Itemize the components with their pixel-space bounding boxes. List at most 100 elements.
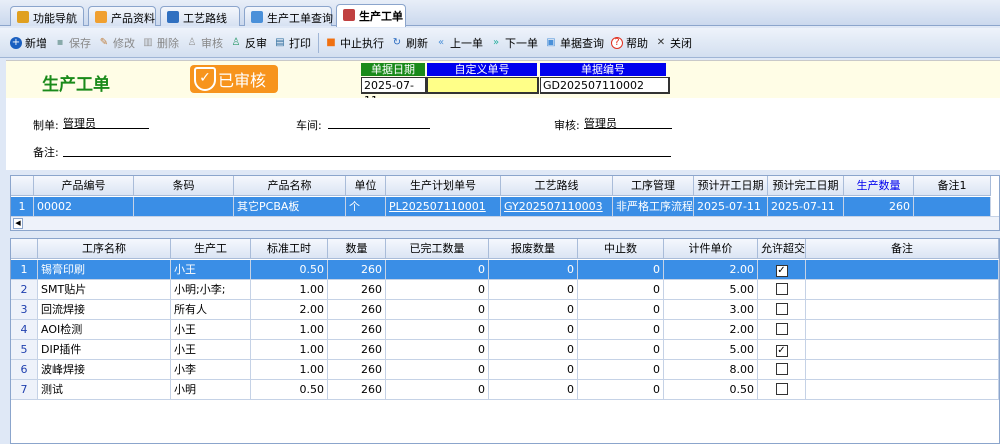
cell[interactable]: 锡膏印刷	[38, 260, 171, 280]
cell[interactable]: 0	[489, 340, 578, 360]
cell[interactable]: 0	[386, 260, 489, 280]
cell[interactable]: 非严格工序流程	[613, 197, 694, 217]
tab-3[interactable]: 生产工单查询	[244, 6, 333, 26]
allow-over-checkbox[interactable]	[775, 283, 788, 295]
prev-button[interactable]: « 上一单	[435, 35, 483, 51]
table-row[interactable]: 6 波峰焊接 小李 1.00 260 0 0 0 8.00	[11, 360, 999, 380]
next-button[interactable]: » 下一单	[490, 35, 538, 51]
column-header[interactable]: 产品名称	[234, 176, 346, 196]
tab-2[interactable]: 工艺路线	[160, 6, 240, 26]
cell[interactable]: 0	[386, 320, 489, 340]
cell[interactable]: 其它PCBA板	[234, 197, 346, 217]
cell[interactable]: 260	[328, 380, 386, 400]
user-check-button[interactable]: ♙ 审核	[186, 35, 223, 51]
cell[interactable]	[806, 300, 999, 320]
cell[interactable]: 0	[489, 300, 578, 320]
cell[interactable]: 260	[328, 300, 386, 320]
cell[interactable]: 0	[578, 300, 664, 320]
cell[interactable]: 1.00	[251, 320, 328, 340]
cell[interactable]: 小王	[171, 340, 251, 360]
cell[interactable]: 260	[328, 260, 386, 280]
column-header[interactable]: 生产工	[171, 239, 251, 259]
allow-over-checkbox[interactable]	[775, 323, 788, 335]
cell[interactable]	[806, 320, 999, 340]
cell[interactable]: 1.00	[251, 340, 328, 360]
cell[interactable]: 小王	[171, 260, 251, 280]
cell[interactable]: 波峰焊接	[38, 360, 171, 380]
cell[interactable]	[806, 340, 999, 360]
cell[interactable]: 小明	[171, 380, 251, 400]
cell[interactable]: 0	[489, 260, 578, 280]
auditor-field[interactable]: 管理员	[584, 115, 672, 130]
allow-over-checkbox[interactable]	[775, 383, 788, 395]
cell[interactable]: 2025-07-11	[694, 197, 768, 217]
user-button[interactable]: ♙ 反审	[230, 35, 267, 51]
cell[interactable]	[758, 380, 806, 400]
cell[interactable]: 0.50	[251, 260, 328, 280]
column-header[interactable]	[11, 239, 38, 259]
help-button[interactable]: ? 帮助	[611, 35, 648, 51]
cell[interactable]: 0	[578, 380, 664, 400]
date-field[interactable]: 2025-07-11	[361, 77, 427, 107]
cell[interactable]: 3.00	[664, 300, 758, 320]
column-header[interactable]: 单位	[346, 176, 386, 196]
column-header[interactable]: 已完工数量	[386, 239, 489, 259]
table-row[interactable]: 3 回流焊接 所有人 2.00 260 0 0 0 3.00	[11, 300, 999, 320]
allow-over-checkbox[interactable]	[775, 363, 788, 375]
cell[interactable]: 260	[328, 280, 386, 300]
cell[interactable]	[806, 260, 999, 280]
cell[interactable]	[806, 360, 999, 380]
column-header[interactable]: 备注1	[914, 176, 991, 196]
cell[interactable]: 0	[386, 360, 489, 380]
allow-over-checkbox[interactable]: ✓	[775, 345, 788, 357]
cell[interactable]: AOI检测	[38, 320, 171, 340]
cell[interactable]	[758, 360, 806, 380]
cell[interactable]: 0	[489, 380, 578, 400]
cell[interactable]: 260	[328, 360, 386, 380]
cell[interactable]	[758, 300, 806, 320]
cell[interactable]: PL202507110001	[386, 197, 501, 217]
cell[interactable]	[758, 280, 806, 300]
cell[interactable]: 小李	[171, 360, 251, 380]
cell[interactable]: DIP插件	[38, 340, 171, 360]
cell[interactable]: 0	[578, 260, 664, 280]
cell[interactable]: 0	[386, 300, 489, 320]
cell[interactable]: 0	[386, 340, 489, 360]
cell[interactable]: 260	[328, 320, 386, 340]
cell[interactable]: 5	[11, 340, 38, 360]
column-header[interactable]: 生产计划单号	[386, 176, 501, 196]
table-row[interactable]: 1 00002 其它PCBA板 个 PL202507110001 GY2025071100…	[11, 197, 991, 217]
scroll-left-icon[interactable]: ◀	[13, 218, 23, 229]
cell[interactable]: 7	[11, 380, 38, 400]
plus-circle-button[interactable]: + 新增	[10, 35, 47, 51]
workshop-field[interactable]	[328, 115, 430, 129]
cell[interactable]: 1.00	[251, 360, 328, 380]
column-header[interactable]: 工序管理	[613, 176, 694, 196]
allow-over-checkbox[interactable]: ✓	[775, 265, 788, 277]
cell[interactable]: 0	[489, 280, 578, 300]
tab-0[interactable]: 功能导航	[10, 6, 84, 26]
cell[interactable]: 260	[328, 340, 386, 360]
column-header[interactable]: 工艺路线	[501, 176, 613, 196]
cell[interactable]: 1.00	[251, 280, 328, 300]
cell[interactable]: 小明;小李;	[171, 280, 251, 300]
printer-button[interactable]: ▤ 打印	[274, 35, 311, 51]
cell[interactable]	[914, 197, 991, 217]
cell[interactable]: 0	[578, 340, 664, 360]
cell[interactable]: 4	[11, 320, 38, 340]
cell[interactable]: 0	[489, 320, 578, 340]
column-header[interactable]: 计件单价	[664, 239, 758, 259]
cell[interactable]	[806, 280, 999, 300]
cell[interactable]: 00002	[34, 197, 134, 217]
allow-over-checkbox[interactable]	[775, 303, 788, 315]
column-header[interactable]: 中止数	[578, 239, 664, 259]
horizontal-scrollbar[interactable]: ◀	[11, 216, 999, 230]
save-button[interactable]: ▪ 保存	[54, 35, 91, 51]
cell[interactable]: ✓	[758, 340, 806, 360]
cell[interactable]: 0.50	[251, 380, 328, 400]
tab-1[interactable]: 产品资料	[88, 6, 156, 26]
cell[interactable]: 0	[578, 320, 664, 340]
cell[interactable]	[806, 380, 999, 400]
cell[interactable]: 2.00	[251, 300, 328, 320]
cell[interactable]: 2025-07-11	[768, 197, 844, 217]
